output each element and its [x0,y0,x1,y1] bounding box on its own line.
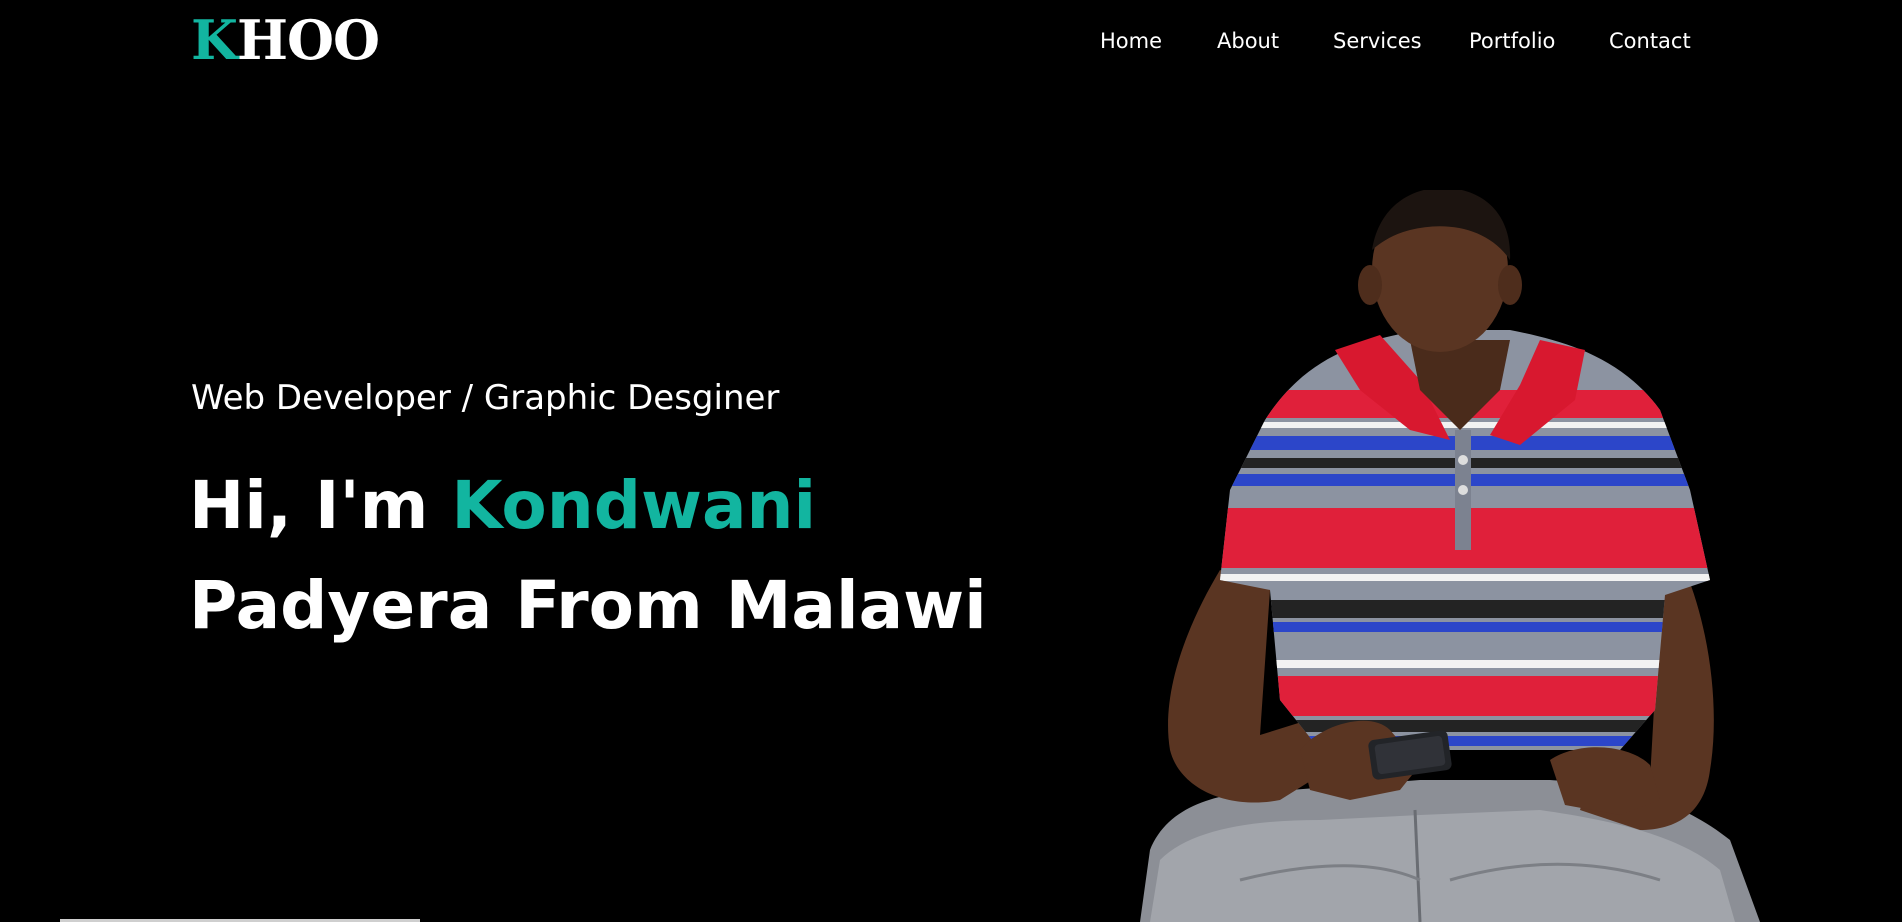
page: KHOO Home About Services Portfolio Conta… [0,0,1902,922]
hero-title-name: Kondwani [451,467,817,544]
logo-accent-letter: K [191,8,238,72]
nav-about-link[interactable]: About [1217,24,1279,58]
nav-home-link[interactable]: Home [1100,24,1162,58]
nav-portfolio-link[interactable]: Portfolio [1469,24,1555,58]
nav-services-link[interactable]: Services [1333,24,1422,58]
hero-title: Hi, I'm Kondwani Padyera From Malawi [189,456,1089,656]
person-portrait-image [1140,190,1760,922]
hero-subtitle: Web Developer / Graphic Desginer [191,378,780,418]
nav-contact-link[interactable]: Contact [1609,24,1691,58]
hero-title-line2: Padyera From Malawi [189,567,987,644]
logo-rest: HOO [236,8,380,72]
hero-title-prefix: Hi, I'm [189,467,452,544]
site-logo[interactable]: KHOO [191,8,380,72]
